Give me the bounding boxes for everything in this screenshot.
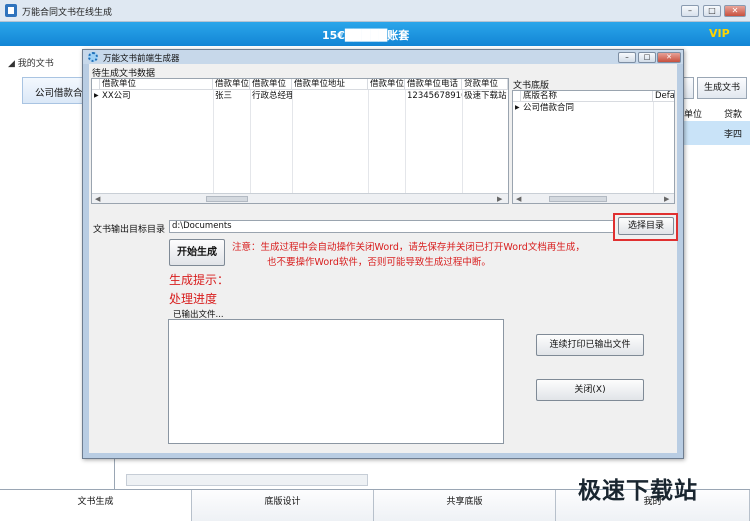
column-header[interactable]: 底版名称 [521, 91, 653, 102]
table-cell[interactable]: 12345678910 [405, 90, 462, 102]
pending-data-grid[interactable]: 借款单位 借款单位 借款单位 借款单位地址 借款单位 借款单位电话 贷款单位 ▶… [91, 78, 509, 204]
notice-text-line2: 也不要操作Word软件，否则可能导致生成过程中断。 [267, 257, 491, 268]
column-header[interactable]: 借款单位电话 [405, 79, 462, 90]
scroll-left-icon[interactable]: ◀ [95, 195, 100, 203]
row-marker-icon: ▶ [515, 104, 520, 111]
grid-line [368, 90, 369, 193]
grid-line [405, 90, 406, 193]
main-titlebar: 万能合同文书在线生成 – □ ✕ [0, 0, 750, 22]
generation-hint: 生成提示： [169, 273, 230, 287]
column-header-unit: 单位 [684, 110, 703, 120]
column-header[interactable]: 借款单位地址 [292, 79, 368, 90]
close-button[interactable]: ✕ [724, 5, 746, 17]
grid-line [250, 90, 251, 193]
column-header-lender: 贷款 [724, 110, 743, 120]
watermark: 极速下载站 [578, 478, 698, 504]
tab-template-design[interactable]: 底版设计 [192, 490, 374, 521]
generator-dialog: 万能文书前端生成器 – □ ✕ 待生成文书数据 借款单位 借款单位 借款单位 借… [82, 49, 684, 459]
grid-line [653, 102, 654, 193]
scroll-right-icon[interactable]: ▶ [664, 195, 669, 203]
account-header: 15€█████账套 VIP [0, 22, 750, 46]
dialog-maximize-button[interactable]: □ [638, 52, 656, 63]
collapse-arrow-icon: ◢ [8, 59, 18, 69]
row-marker-icon: ▶ [94, 92, 99, 99]
table-cell[interactable]: 公司借款合同 [521, 102, 653, 114]
table-cell: 李四 [724, 130, 743, 140]
generate-document-button[interactable]: 生成文书 [697, 77, 747, 99]
output-file-list[interactable] [168, 319, 504, 444]
account-name: 15€█████账套 [322, 29, 410, 42]
column-header[interactable]: 借款单位 [368, 79, 405, 90]
scroll-thumb[interactable] [549, 196, 607, 202]
pending-grid-hscrollbar[interactable]: ◀ ▶ [92, 193, 508, 203]
vip-badge[interactable]: VIP [709, 27, 730, 40]
templates-grid-hscrollbar[interactable]: ◀ ▶ [513, 193, 674, 203]
sidebar-section-label[interactable]: ◢ 我的文书 [8, 56, 54, 69]
scroll-left-icon[interactable]: ◀ [516, 195, 521, 203]
grid-line [462, 90, 463, 193]
dialog-title: 万能文书前端生成器 [103, 54, 180, 64]
column-header[interactable]: 借款单位 [100, 79, 213, 90]
tab-shared-templates[interactable]: 共享底版 [374, 490, 556, 521]
table-cell[interactable]: XX公司 [100, 90, 213, 102]
table-cell[interactable]: 张三 [213, 90, 250, 102]
close-dialog-button[interactable]: 关闭(X) [536, 379, 644, 401]
grid-line [213, 90, 214, 193]
output-dir-label: 文书输出目标目录 [93, 225, 166, 235]
column-header[interactable]: 借款单位 [213, 79, 250, 90]
print-output-button[interactable]: 连续打印已输出文件 [536, 334, 644, 356]
dialog-titlebar: 万能文书前端生成器 – □ ✕ [83, 50, 683, 64]
minimize-button[interactable]: – [681, 5, 699, 17]
horizontal-scrollbar[interactable] [126, 474, 368, 486]
scroll-right-icon[interactable]: ▶ [497, 195, 502, 203]
window-title: 万能合同文书在线生成 [22, 8, 113, 18]
column-header[interactable]: 贷款单位 [462, 79, 508, 90]
start-generate-button[interactable]: 开始生成 [169, 239, 225, 266]
maximize-button[interactable]: □ [703, 5, 721, 17]
row-header-corner [92, 79, 100, 90]
tab-generate[interactable]: 文书生成 [0, 490, 192, 521]
templates-grid[interactable]: 底版名称 Defaul ▶ 公司借款合同 ◀ ▶ [512, 90, 675, 204]
dialog-body: 待生成文书数据 借款单位 借款单位 借款单位 借款单位地址 借款单位 借款单位电… [89, 64, 678, 453]
table-cell[interactable]: 行政总经理 [250, 90, 292, 102]
scroll-thumb[interactable] [206, 196, 248, 202]
column-header[interactable]: 借款单位 [250, 79, 292, 90]
notice-text: 注意：生成过程中会自动操作关闭Word，请先保存并关闭已打开Word文档再生成， [232, 242, 585, 253]
column-header[interactable]: Defaul [653, 91, 674, 102]
app-icon [5, 4, 17, 17]
dialog-minimize-button[interactable]: – [618, 52, 636, 63]
table-cell[interactable]: 极速下载站 [462, 90, 508, 102]
row-header-corner [513, 91, 521, 102]
dialog-close-button[interactable]: ✕ [657, 52, 681, 63]
output-dir-input[interactable]: d:\Documents [169, 220, 615, 233]
grid-line [292, 90, 293, 193]
progress-label: 处理进度 [169, 292, 218, 306]
choose-directory-button[interactable]: 选择目录 [618, 217, 674, 235]
gear-icon [88, 52, 98, 62]
